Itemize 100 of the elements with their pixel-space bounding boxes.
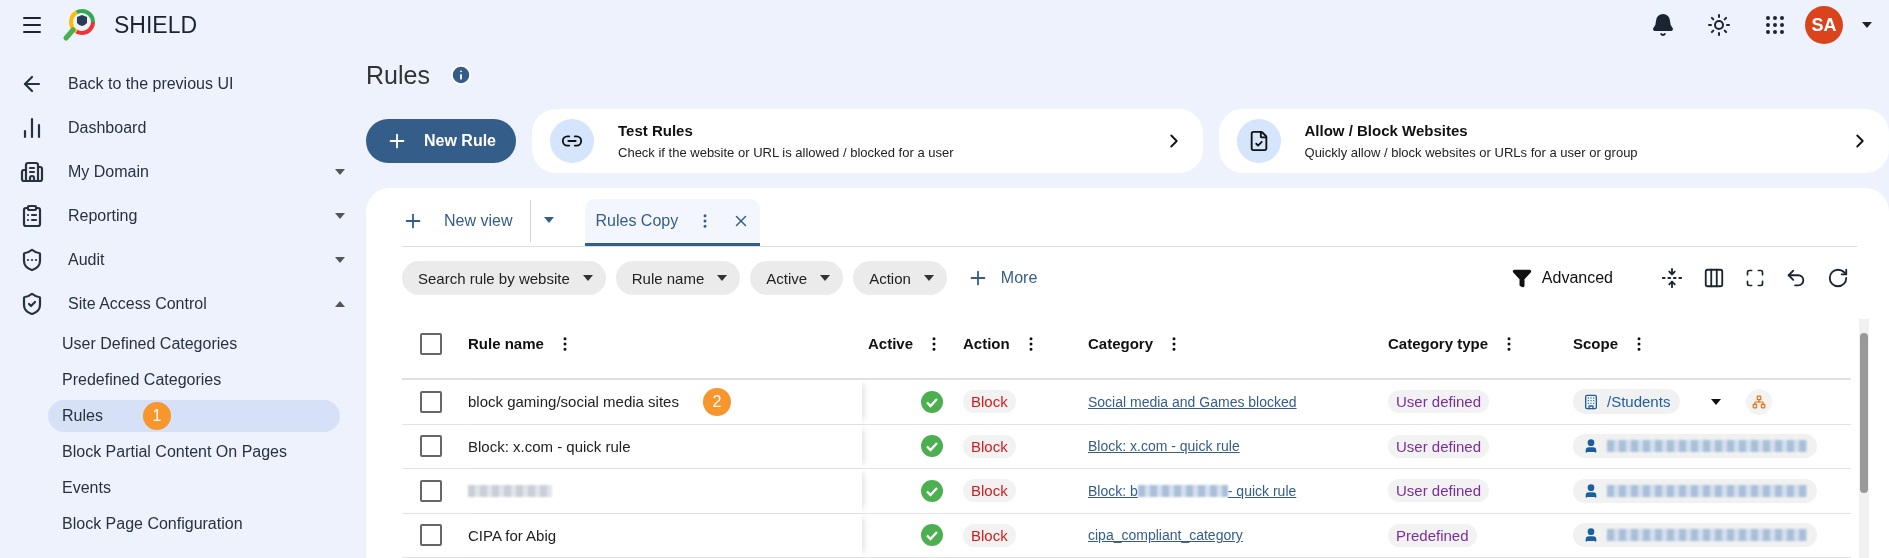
row-checkbox[interactable] bbox=[420, 435, 442, 458]
category-link[interactable]: Block: b - quick rule bbox=[1088, 482, 1297, 499]
column-header: Active bbox=[868, 335, 914, 353]
sidebar-item[interactable]: Dashboard bbox=[0, 106, 366, 150]
caret-icon[interactable] bbox=[334, 300, 346, 308]
step-badge: 1 bbox=[142, 402, 171, 430]
category-type-tag: Predefined bbox=[1388, 523, 1477, 547]
building-icon bbox=[1583, 393, 1599, 410]
person-icon bbox=[1583, 438, 1599, 455]
row-checkbox[interactable] bbox=[420, 524, 442, 547]
card-title: Test Rules bbox=[618, 122, 694, 139]
new-view-button[interactable]: New view bbox=[402, 200, 532, 242]
sidebar-item[interactable]: Reporting bbox=[0, 194, 366, 238]
card-description: Quickly allow / block websites or URLs for a user or group bbox=[1304, 145, 1639, 160]
action-tag: Block bbox=[963, 434, 1016, 458]
sidebar-label: Site Access Control bbox=[68, 295, 208, 313]
sidebar-label: Dashboard bbox=[68, 119, 148, 137]
column-header: Action bbox=[963, 335, 1010, 353]
action-card[interactable]: Test Rules Check if the website or URL is allowed / blocked for a user bbox=[532, 109, 1203, 173]
row-checkbox[interactable] bbox=[420, 390, 442, 413]
select-all-checkbox[interactable] bbox=[420, 332, 442, 355]
more-filters-button[interactable]: More bbox=[956, 267, 1048, 289]
org-tree-icon[interactable] bbox=[1746, 388, 1773, 415]
filter-chip[interactable]: Rule name bbox=[615, 261, 741, 295]
caret-icon bbox=[581, 274, 594, 282]
sidebar-item[interactable]: My Domain bbox=[0, 150, 366, 194]
refresh-icon[interactable] bbox=[1827, 267, 1849, 289]
shield-check-icon bbox=[20, 292, 44, 316]
category-link[interactable]: Block: x.com - quick rule bbox=[1088, 438, 1240, 455]
sidebar-label: Reporting bbox=[68, 207, 139, 225]
caret-icon[interactable] bbox=[334, 256, 346, 264]
filter-chip[interactable]: Active bbox=[750, 261, 844, 295]
card-title: Allow / Block Websites bbox=[1304, 122, 1469, 139]
filter-chip[interactable]: Search rule by website bbox=[402, 261, 606, 295]
sidebar-item[interactable]: Back to the previous UI bbox=[0, 62, 366, 106]
notifications-icon[interactable] bbox=[1651, 13, 1675, 37]
sidebar-subitem[interactable]: Rules 1 bbox=[48, 400, 340, 432]
sidebar-label: User Defined Categories bbox=[62, 335, 238, 353]
step-badge: 2 bbox=[702, 387, 731, 416]
scope-chip[interactable]: /Students bbox=[1573, 389, 1681, 415]
column-header: Category bbox=[1088, 335, 1154, 353]
filter-chip[interactable]: Action bbox=[853, 261, 947, 295]
columns-icon[interactable] bbox=[1703, 267, 1725, 289]
sidebar-label: Rules bbox=[62, 407, 103, 425]
sidebar-subitem[interactable]: Block Page Configuration bbox=[48, 508, 340, 540]
view-tab[interactable]: Rules Copy bbox=[585, 199, 761, 246]
sidebar-label: Back to the previous UI bbox=[68, 75, 235, 93]
app-name: SHIELD bbox=[114, 11, 198, 39]
sidebar-label: Block Partial Content On Pages bbox=[62, 443, 287, 461]
action-tag: Block bbox=[963, 523, 1016, 547]
category-type-tag: User defined bbox=[1388, 479, 1490, 503]
caret-icon[interactable] bbox=[1861, 21, 1873, 29]
fullscreen-icon[interactable] bbox=[1745, 268, 1765, 288]
caret-icon[interactable] bbox=[543, 216, 556, 224]
sidebar-subitem[interactable]: Block Partial Content On Pages bbox=[48, 436, 340, 468]
logo-icon bbox=[62, 8, 96, 42]
advanced-filter-button[interactable]: Advanced bbox=[1511, 268, 1641, 288]
column-header: Rule name bbox=[468, 335, 544, 353]
row-density-icon[interactable] bbox=[1661, 267, 1683, 289]
action-tag: Block bbox=[963, 390, 1016, 414]
undo-icon[interactable] bbox=[1785, 267, 1807, 289]
scrollbar[interactable] bbox=[1859, 319, 1869, 558]
person-icon bbox=[1583, 482, 1599, 499]
apps-grid-icon[interactable] bbox=[1763, 13, 1787, 37]
card-description: Check if the website or URL is allowed / blocked for a user bbox=[618, 145, 955, 160]
sidebar-label: Block Page Configuration bbox=[62, 515, 243, 533]
column-header: Category type bbox=[1388, 335, 1489, 353]
file-check-icon bbox=[1236, 119, 1281, 163]
sidebar-item[interactable]: Audit bbox=[0, 238, 366, 282]
shield-icon bbox=[20, 248, 44, 272]
clipboard-icon bbox=[20, 204, 44, 228]
user-avatar[interactable]: SA bbox=[1805, 6, 1843, 44]
caret-icon[interactable] bbox=[1710, 397, 1723, 406]
column-header: Scope bbox=[1573, 335, 1618, 353]
category-type-tag: User defined bbox=[1388, 390, 1490, 414]
caret-icon bbox=[716, 274, 729, 282]
sidebar-label: Audit bbox=[68, 251, 106, 269]
link-icon bbox=[550, 119, 594, 163]
sun-icon[interactable] bbox=[1707, 13, 1731, 37]
sidebar-label: Predefined Categories bbox=[62, 371, 222, 389]
new-rule-button[interactable]: New Rule bbox=[366, 119, 516, 163]
category-type-tag: User defined bbox=[1388, 434, 1490, 458]
caret-icon bbox=[922, 274, 935, 282]
table-cell: Block: x.com - quick rule bbox=[468, 437, 631, 455]
building-icon bbox=[20, 160, 44, 184]
caret-icon[interactable] bbox=[334, 168, 346, 176]
category-link[interactable]: cipa_compliant_category bbox=[1088, 527, 1243, 544]
category-link[interactable]: Social media and Games blocked bbox=[1088, 393, 1297, 410]
tab-label: Rules Copy bbox=[595, 212, 679, 230]
caret-icon[interactable] bbox=[334, 212, 346, 220]
action-tag: Block bbox=[963, 479, 1016, 503]
row-checkbox[interactable] bbox=[420, 479, 442, 502]
page-title: Rules bbox=[366, 60, 430, 90]
sidebar-item[interactable]: Site Access Control bbox=[0, 282, 366, 326]
sidebar-subitem[interactable]: User Defined Categories bbox=[48, 328, 340, 360]
sidebar-subitem[interactable]: Events bbox=[48, 472, 340, 504]
sidebar-label: Events bbox=[62, 479, 111, 497]
sidebar-subitem[interactable]: Predefined Categories bbox=[48, 364, 340, 396]
action-card[interactable]: Allow / Block Websites Quickly allow / block websites or URLs for a user or group bbox=[1218, 109, 1889, 173]
info-icon[interactable] bbox=[449, 64, 472, 86]
